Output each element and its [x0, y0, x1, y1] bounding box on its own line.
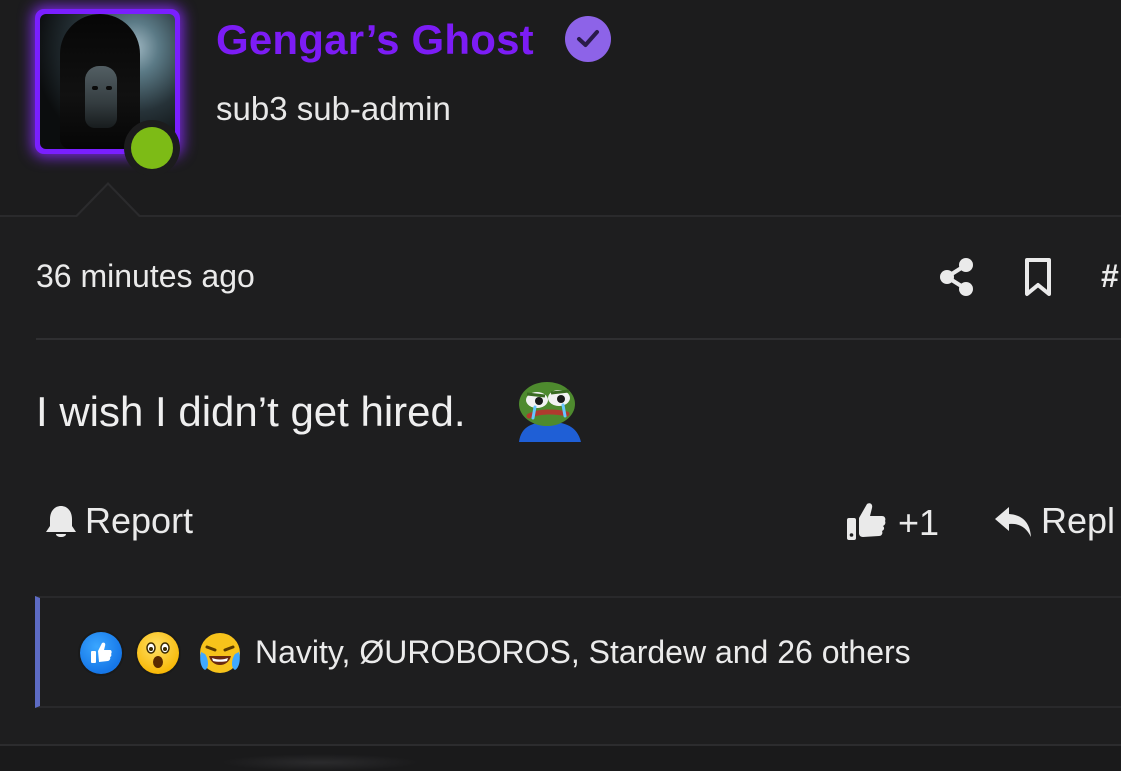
avatar-pointer	[75, 182, 141, 217]
username-link[interactable]: Gengar’s Ghost	[216, 16, 534, 64]
bell-icon	[44, 504, 78, 545]
like-count: +1	[898, 502, 940, 543]
wow-reaction-icon	[135, 630, 181, 676]
reactions-summary-link[interactable]: Navity, ØUROBOROS, Stardew and 26 others	[255, 634, 911, 671]
meta-divider	[36, 338, 1121, 340]
header-divider	[0, 215, 1121, 217]
report-label: Report	[85, 500, 194, 541]
like-reaction-icon	[78, 630, 124, 676]
post-user-header: Gengar’s Ghost sub3 sub-admin	[0, 0, 1121, 216]
forum-post: Gengar’s Ghost sub3 sub-admin 36 minutes…	[0, 0, 1121, 771]
reactions-bar[interactable]: Navity, ØUROBOROS, Stardew and 26 others	[35, 596, 1121, 708]
verified-badge-icon	[565, 16, 611, 62]
user-title: sub3 sub-admin	[216, 90, 451, 127]
permalink-link[interactable]: #	[1101, 258, 1119, 295]
share-icon[interactable]	[939, 257, 975, 302]
reply-label: Repl	[1041, 500, 1116, 541]
sad-pepe-emoji-icon	[515, 378, 583, 442]
online-status-icon	[124, 120, 180, 176]
next-post-preview	[0, 746, 1121, 771]
post-timestamp[interactable]: 36 minutes ago	[36, 258, 255, 295]
thumbs-up-icon	[845, 500, 887, 547]
post-meta-actions: #	[935, 255, 1121, 299]
laugh-cry-reaction-icon	[197, 630, 243, 676]
bookmark-icon[interactable]	[1023, 257, 1053, 302]
reply-arrow-icon	[993, 505, 1033, 544]
post-body-text: I wish I didn’t get hired.	[36, 388, 466, 435]
